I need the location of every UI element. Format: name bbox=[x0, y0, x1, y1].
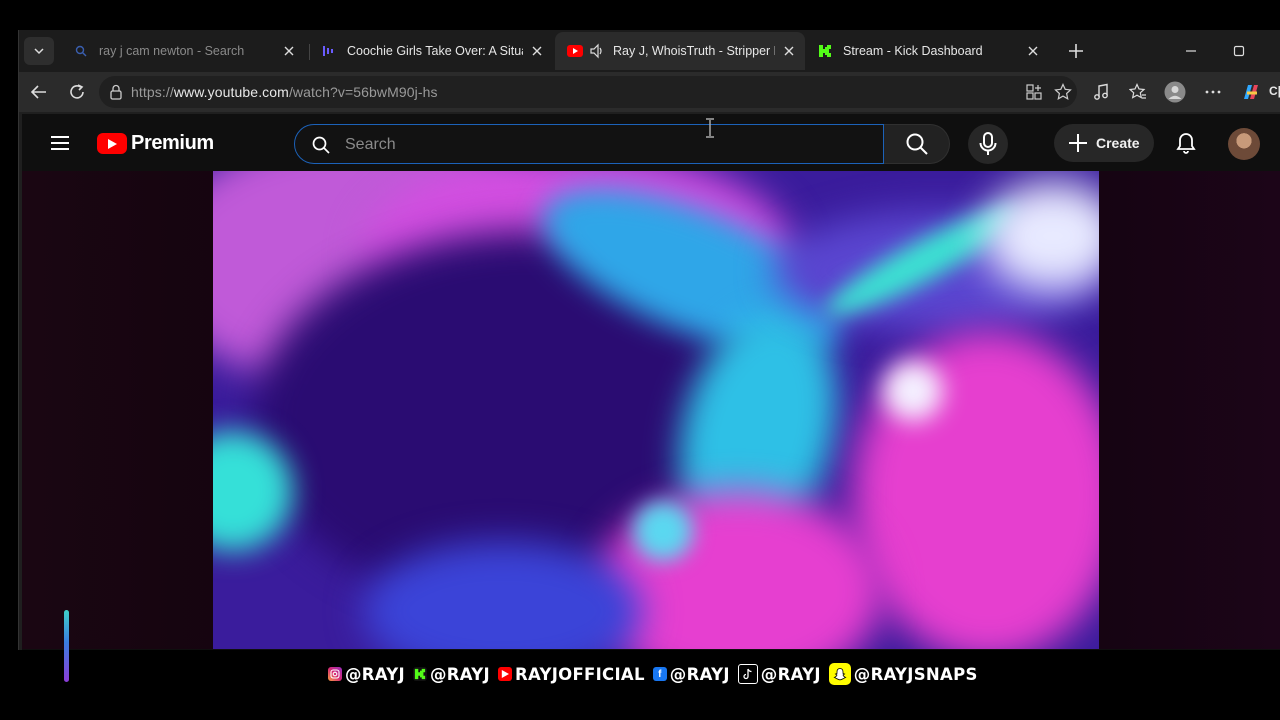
new-tab-button[interactable] bbox=[1064, 39, 1088, 63]
text-cursor-icon bbox=[706, 118, 714, 138]
tiktok-handle: @RAYJ bbox=[760, 664, 821, 684]
kick-icon bbox=[412, 667, 427, 681]
youtube-masthead: Premium Create bbox=[22, 114, 1280, 172]
minimize-icon bbox=[1186, 50, 1196, 52]
plus-icon bbox=[1069, 44, 1083, 58]
bell-icon bbox=[1176, 133, 1196, 154]
search-input[interactable] bbox=[345, 133, 865, 157]
guide-menu-button[interactable] bbox=[48, 131, 72, 155]
kick-icon bbox=[817, 43, 833, 59]
video-blur-region bbox=[883, 361, 943, 421]
ellipsis-icon bbox=[1205, 90, 1221, 94]
tab-title: Stream - Kick Dashboard bbox=[843, 44, 983, 58]
maximize-icon bbox=[1233, 45, 1245, 57]
kick-handle: @RAYJ bbox=[429, 664, 490, 684]
youtube-play-icon bbox=[97, 133, 127, 154]
tab-youtube-video[interactable]: Ray J, WhoisTruth - Stripper B bbox=[555, 32, 805, 70]
plus-icon bbox=[1069, 134, 1087, 152]
site-info-icon[interactable] bbox=[109, 84, 123, 105]
favorite-star-icon[interactable] bbox=[1054, 83, 1072, 106]
search-button[interactable] bbox=[884, 124, 950, 164]
tab-podcast[interactable]: Coochie Girls Take Over: A Situatio bbox=[309, 34, 553, 68]
url-path: /watch?v=56bwM90j-hs bbox=[288, 84, 438, 100]
create-button[interactable]: Create bbox=[1054, 124, 1154, 162]
tiktok-icon bbox=[737, 664, 758, 684]
url-text: https://www.youtube.com/watch?v=56bwM90j… bbox=[131, 84, 438, 100]
close-icon[interactable] bbox=[1025, 43, 1041, 59]
screen: ray j cam newton - Search Coochie Girls … bbox=[0, 0, 1280, 720]
url-scheme: https:// bbox=[131, 84, 174, 100]
profile-icon bbox=[1164, 81, 1186, 103]
video-blur-region bbox=[633, 501, 693, 561]
favorites-list-icon bbox=[1129, 83, 1146, 99]
create-label: Create bbox=[1096, 135, 1140, 151]
logo-text: Premium bbox=[131, 132, 214, 154]
facebook-icon: f bbox=[652, 667, 667, 681]
video-player[interactable] bbox=[213, 171, 1099, 649]
notifications-button[interactable] bbox=[1172, 129, 1200, 157]
voice-search-button[interactable] bbox=[968, 124, 1008, 164]
facebook-handle: @RAYJ bbox=[669, 664, 730, 684]
youtube-icon bbox=[497, 667, 512, 681]
more-menu-button[interactable] bbox=[1201, 80, 1225, 104]
url-host: www.youtube.com bbox=[173, 84, 289, 100]
refresh-icon bbox=[70, 84, 84, 99]
instagram-icon bbox=[328, 667, 342, 681]
arrow-left-icon bbox=[30, 85, 46, 99]
audio-level-bar bbox=[64, 610, 69, 682]
close-icon[interactable] bbox=[529, 43, 545, 59]
tab-strip: ray j cam newton - Search Coochie Girls … bbox=[19, 30, 1280, 72]
favorites-button[interactable] bbox=[1126, 80, 1150, 104]
tab-kick[interactable]: Stream - Kick Dashboard bbox=[805, 34, 1049, 68]
maximize-button[interactable] bbox=[1227, 39, 1251, 63]
tab-title: ray j cam newton - Search bbox=[99, 44, 245, 58]
tab-title: Coochie Girls Take Over: A Situatio bbox=[347, 44, 523, 58]
search-icon bbox=[906, 133, 928, 155]
tab-title: Ray J, WhoisTruth - Stripper B bbox=[613, 44, 775, 58]
navigation-toolbar: https://www.youtube.com/watch?v=56bwM90j… bbox=[19, 72, 1280, 112]
microphone-icon bbox=[979, 132, 997, 155]
youtube-handle: RAYJOFFICIAL bbox=[514, 664, 645, 684]
snapchat-handle: @RAYJSNAPS bbox=[853, 664, 978, 684]
back-button[interactable] bbox=[27, 80, 51, 104]
hamburger-icon bbox=[51, 136, 69, 150]
copilot-button[interactable] bbox=[1239, 80, 1263, 104]
social-handles: @RAYJ @RAYJ RAYJOFFICIAL f @RAYJ @RAYJ @… bbox=[326, 660, 981, 688]
tab-actions-button[interactable] bbox=[24, 37, 54, 65]
close-icon[interactable] bbox=[281, 43, 297, 59]
speaker-icon[interactable] bbox=[589, 43, 605, 59]
search-icon bbox=[311, 135, 331, 155]
profile-button[interactable] bbox=[1163, 80, 1187, 104]
read-aloud-button[interactable] bbox=[1089, 80, 1113, 104]
search-icon bbox=[73, 43, 89, 59]
copilot-icon bbox=[1244, 85, 1258, 99]
close-icon[interactable] bbox=[781, 43, 797, 59]
chevron-down-icon bbox=[34, 48, 44, 55]
tab-search[interactable]: ray j cam newton - Search bbox=[61, 34, 305, 68]
app-available-icon[interactable] bbox=[1025, 83, 1043, 106]
youtube-icon bbox=[567, 43, 583, 59]
address-bar[interactable]: https://www.youtube.com/watch?v=56bwM90j… bbox=[99, 76, 1077, 108]
minimize-button[interactable] bbox=[1179, 39, 1203, 63]
avatar[interactable] bbox=[1228, 128, 1260, 160]
youtube-premium-logo[interactable]: Premium bbox=[97, 132, 214, 155]
snapchat-icon bbox=[828, 663, 851, 685]
refresh-button[interactable] bbox=[65, 80, 89, 104]
music-note-icon bbox=[1094, 83, 1108, 100]
copilot-label: C| bbox=[1269, 84, 1280, 98]
search-box[interactable] bbox=[294, 124, 884, 164]
podcast-wave-icon bbox=[321, 43, 337, 59]
instagram-handle: @RAYJ bbox=[345, 664, 405, 684]
